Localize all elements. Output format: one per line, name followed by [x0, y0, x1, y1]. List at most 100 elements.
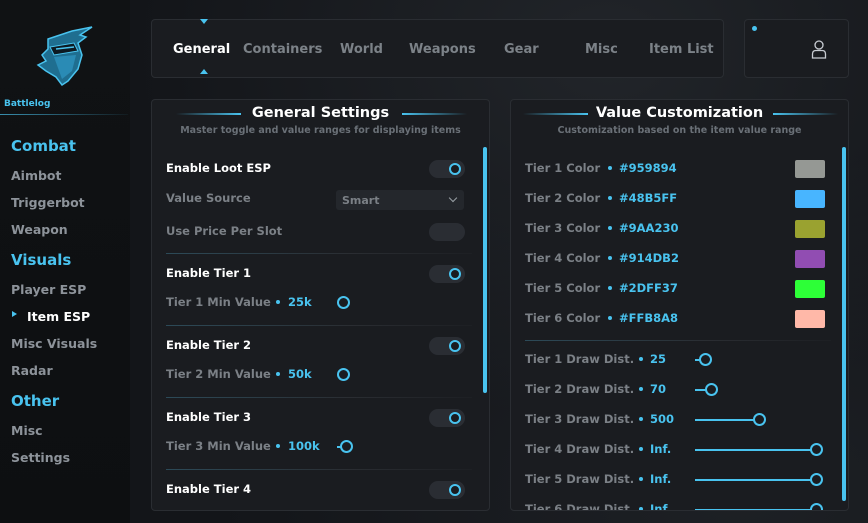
tier-2-draw-dist-slider[interactable]	[705, 383, 718, 396]
tab-misc[interactable]: Misc	[585, 42, 618, 57]
user-box	[744, 19, 849, 78]
nav-section-combat: Combat	[11, 137, 76, 155]
tier-2-draw-dist-label: Tier 2 Draw Dist.	[525, 382, 635, 396]
tier-2-color-swatch[interactable]	[795, 190, 825, 208]
scrollbar-thumb[interactable]	[842, 147, 846, 501]
value-source-select[interactable]: Smart	[336, 190, 464, 210]
tier-3-color-swatch[interactable]	[795, 220, 825, 238]
tier-4-color-label: Tier 4 Color	[525, 251, 601, 265]
value-source-value: Smart	[342, 194, 380, 207]
sidebar-item-misc[interactable]: Misc	[11, 423, 43, 438]
tab-active-marker-bottom-icon	[200, 69, 208, 74]
tier-4-draw-dist-slider[interactable]	[810, 443, 823, 456]
tier-6-draw-dist-value: Inf.	[650, 502, 672, 511]
bullet-icon	[608, 256, 612, 260]
tier-5-color-swatch[interactable]	[795, 280, 825, 298]
tier-4-draw-dist-value: Inf.	[650, 442, 672, 456]
tier-4-draw-dist-fill	[695, 449, 812, 451]
scrollbar-thumb[interactable]	[483, 147, 487, 393]
sidebar-item-aimbot[interactable]: Aimbot	[11, 168, 62, 183]
nav-section-other: Other	[11, 392, 60, 410]
tab-general[interactable]: General	[173, 42, 230, 57]
general-settings-panel: General Settings Master toggle and value…	[151, 99, 490, 511]
title-decor-right	[773, 113, 838, 115]
tab-gear[interactable]: Gear	[504, 42, 539, 57]
sidebar-item-weapon[interactable]: Weapon	[11, 222, 68, 237]
enable-tier-4-label: Enable Tier 4	[166, 482, 252, 496]
sidebar-item-player-esp[interactable]: Player ESP	[11, 282, 86, 297]
tab-containers[interactable]: Containers	[243, 42, 322, 57]
bullet-icon	[639, 447, 643, 451]
tier-1-min-value: 25k	[288, 295, 312, 309]
tier-5-draw-dist-value: Inf.	[650, 472, 672, 486]
panel-subtitle: Master toggle and value ranges for displ…	[180, 125, 461, 136]
knight-helmet-logo-icon	[36, 26, 93, 87]
divider	[166, 397, 472, 398]
tier-1-draw-dist-label: Tier 1 Draw Dist.	[525, 352, 635, 366]
tier-3-draw-dist-value: 500	[650, 412, 675, 426]
divider	[525, 340, 831, 341]
sidebar-item-item-esp[interactable]: Item ESP	[27, 309, 90, 324]
divider	[166, 253, 472, 254]
bullet-icon	[276, 372, 280, 376]
tier-2-min-value-slider[interactable]	[337, 368, 350, 381]
tab-weapons[interactable]: Weapons	[409, 42, 476, 57]
tab-active-marker-top-icon	[200, 19, 208, 24]
tier-1-min-value-label: Tier 1 Min Value	[166, 295, 271, 309]
active-indicator-icon	[12, 311, 17, 317]
enable-tier-3-toggle[interactable]	[429, 409, 465, 427]
bullet-icon	[608, 166, 612, 170]
tier-6-draw-dist-fill	[695, 509, 812, 510]
tier-6-color-swatch[interactable]	[795, 310, 825, 328]
enable-tier-1-toggle[interactable]	[429, 265, 465, 283]
tier-2-draw-dist-value: 70	[650, 382, 667, 396]
tier-3-min-value-label: Tier 3 Min Value	[166, 439, 271, 453]
tier-1-color-hex: #959894	[619, 161, 677, 175]
tier-2-min-value-label: Tier 2 Min Value	[166, 367, 271, 381]
bullet-icon	[608, 316, 612, 320]
tier-2-color-label: Tier 2 Color	[525, 191, 601, 205]
enable-tier-2-toggle[interactable]	[429, 337, 465, 355]
sidebar-item-misc-visuals[interactable]: Misc Visuals	[11, 336, 97, 351]
value-source-label: Value Source	[166, 191, 251, 205]
sidebar-item-radar[interactable]: Radar	[11, 363, 53, 378]
tier-1-draw-dist-slider[interactable]	[699, 353, 712, 366]
sidebar-item-settings[interactable]: Settings	[11, 450, 70, 465]
tier-5-draw-dist-slider[interactable]	[810, 473, 823, 486]
tier-3-draw-dist-label: Tier 3 Draw Dist.	[525, 412, 635, 426]
tier-3-draw-dist-fill	[695, 419, 755, 421]
tier-1-min-value-slider[interactable]	[337, 296, 350, 309]
tier-6-draw-dist-slider[interactable]	[810, 503, 823, 510]
tier-4-color-swatch[interactable]	[795, 250, 825, 268]
tier-5-color-hex: #2DFF37	[619, 281, 678, 295]
bullet-icon	[639, 417, 643, 421]
tab-item-list[interactable]: Item List	[649, 42, 714, 57]
bullet-icon	[639, 357, 643, 361]
tier-3-draw-dist-slider[interactable]	[753, 413, 766, 426]
tier-6-draw-dist-label: Tier 6 Draw Dist.	[525, 502, 635, 511]
sidebar-item-triggerbot[interactable]: Triggerbot	[11, 195, 85, 210]
tier-5-draw-dist-fill	[695, 479, 812, 481]
enable-tier-4-toggle[interactable]	[429, 481, 465, 499]
user-icon[interactable]	[811, 39, 827, 59]
brand-divider	[0, 114, 128, 115]
enable-loot-esp-label: Enable Loot ESP	[166, 161, 271, 175]
bullet-icon	[639, 477, 643, 481]
sidebar: Battlelog Combat Aimbot Triggerbot Weapo…	[0, 0, 130, 523]
enable-loot-esp-toggle[interactable]	[429, 160, 465, 178]
bullet-icon	[639, 507, 643, 510]
enable-tier-3-label: Enable Tier 3	[166, 410, 252, 424]
enable-tier-2-label: Enable Tier 2	[166, 338, 252, 352]
tier-5-color-label: Tier 5 Color	[525, 281, 601, 295]
tier-3-min-value-slider[interactable]	[340, 440, 353, 453]
chevron-down-icon	[448, 193, 458, 203]
tier-1-color-swatch[interactable]	[795, 160, 825, 178]
bullet-icon	[608, 196, 612, 200]
tier-3-min-value: 100k	[288, 439, 320, 453]
title-decor-right	[402, 113, 467, 115]
status-dot	[752, 26, 757, 31]
tier-2-min-value: 50k	[288, 367, 312, 381]
tab-world[interactable]: World	[340, 42, 383, 57]
use-price-per-slot-toggle[interactable]	[429, 223, 465, 241]
tier-6-color-label: Tier 6 Color	[525, 311, 601, 325]
